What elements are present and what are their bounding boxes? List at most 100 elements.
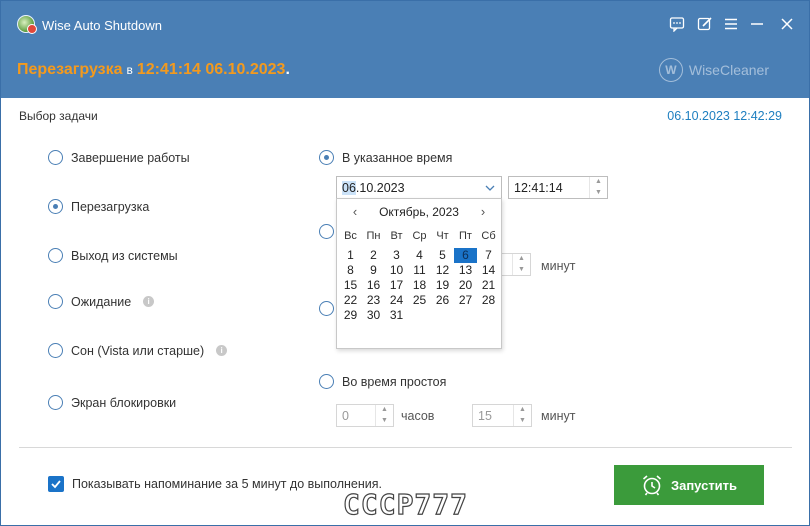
calendar-day[interactable]: 20	[454, 278, 477, 293]
task-lockscreen-radio[interactable]: Экран блокировки	[48, 395, 176, 410]
date-day-selected: 06	[342, 180, 356, 195]
spin-down-icon: ▼	[595, 188, 602, 196]
hours-spinner[interactable]: ▲ ▼	[375, 405, 393, 426]
brand-logo: W WiseCleaner	[658, 58, 769, 82]
reminder-checkbox[interactable]	[48, 476, 64, 492]
scheduled-action: Перезагрузка	[17, 61, 123, 78]
radio-icon[interactable]	[48, 395, 63, 410]
calendar-weekday: Пт	[459, 230, 472, 242]
calendar-day[interactable]: 28	[477, 293, 500, 308]
calendar-weekday-row: Вс Пн Вт Ср Чт Пт Сб	[339, 229, 501, 244]
spin-up-icon: ▲	[595, 178, 602, 185]
calendar-day[interactable]: 27	[454, 293, 477, 308]
calendar-day[interactable]: 31	[385, 308, 408, 323]
calendar-day[interactable]: 2	[362, 248, 385, 263]
menu-icon[interactable]	[721, 14, 741, 34]
calendar-day[interactable]: 9	[362, 263, 385, 278]
time-spinner-field[interactable]: 12:41:14 ▲ ▼	[508, 176, 608, 199]
calendar-day[interactable]: 7	[477, 248, 500, 263]
calendar-day[interactable]: 8	[339, 263, 362, 278]
calendar-day[interactable]: 30	[362, 308, 385, 323]
info-icon[interactable]: i	[216, 345, 228, 356]
task-shutdown-radio[interactable]: Завершение работы	[48, 150, 190, 165]
radio-icon[interactable]	[319, 301, 334, 316]
radio-icon[interactable]	[48, 343, 63, 358]
calendar-day[interactable]: 22	[339, 293, 362, 308]
calendar-day[interactable]: 18	[408, 278, 431, 293]
calendar-day[interactable]: 29	[339, 308, 362, 323]
calendar-day[interactable]: 14	[477, 263, 500, 278]
summary-connector: в	[126, 63, 133, 77]
calendar-day[interactable]: 12	[431, 263, 454, 278]
calendar-day[interactable]: 17	[385, 278, 408, 293]
scheduled-time: 12:41:14 06.10.2023	[136, 61, 286, 78]
calendar-day[interactable]: 23	[362, 293, 385, 308]
task-standby-radio[interactable]: Ожидание i	[48, 294, 155, 309]
calendar-grid: Вс Пн Вт Ср Чт Пт Сб 1 2 3 4 5 6 7 8 9 10 11 12 13 14 15 16 17 1…	[339, 229, 501, 323]
calendar-day[interactable]: 25	[408, 293, 431, 308]
calendar-weekday: Пн	[366, 230, 381, 242]
calendar-day[interactable]: 24	[385, 293, 408, 308]
calendar-day[interactable]: 10	[385, 263, 408, 278]
calendar-week-row: 1234567	[339, 248, 501, 263]
idle-minutes-field[interactable]: 15 ▲ ▼	[472, 404, 532, 427]
checkmark-icon	[51, 480, 61, 489]
calendar-week-row: 29 30 31	[339, 308, 501, 323]
spin-up-icon: ▲	[519, 406, 526, 413]
calendar-week-row: 8 9 10 11 12 13 14	[339, 263, 501, 278]
start-button[interactable]: Запустить	[614, 465, 764, 505]
time-spinner[interactable]: ▲ ▼	[589, 177, 607, 198]
radio-icon[interactable]	[319, 224, 334, 239]
calendar-day[interactable]: 13	[454, 263, 477, 278]
brand-name: WiseCleaner	[688, 62, 769, 78]
radio-checked-icon[interactable]	[48, 199, 63, 214]
divider	[19, 447, 792, 448]
idle-hours-unit: часов	[401, 409, 435, 423]
app-logo-icon	[17, 15, 37, 34]
countdown-unit: минут	[541, 259, 576, 273]
edit-icon[interactable]	[695, 14, 715, 34]
chevron-down-icon[interactable]	[485, 183, 495, 193]
calendar-day[interactable]: 16	[362, 278, 385, 293]
spin-up-icon: ▲	[518, 255, 525, 262]
date-rest: .10.2023	[355, 180, 405, 195]
calendar-weekday: Чт	[436, 230, 449, 242]
task-sleep-radio[interactable]: Сон (Vista или старше) i	[48, 343, 228, 358]
calendar-day[interactable]: 19	[431, 278, 454, 293]
info-icon[interactable]: i	[143, 296, 155, 307]
feedback-icon[interactable]	[667, 14, 687, 34]
radio-icon[interactable]	[319, 374, 334, 389]
reminder-label: Показывать напоминание за 5 минут до вып…	[72, 477, 382, 491]
timing-countdown-radio[interactable]	[319, 224, 334, 239]
calendar-day[interactable]: 11	[408, 263, 431, 278]
date-picker-field[interactable]: 06.10.2023	[336, 176, 502, 199]
chevron-right-icon[interactable]: ›	[475, 204, 491, 220]
timing-specified-radio[interactable]: В указанное время	[319, 150, 452, 165]
calendar-day[interactable]: 15	[339, 278, 362, 293]
idle-hours-field[interactable]: 0 ▲ ▼	[336, 404, 394, 427]
radio-icon[interactable]	[48, 248, 63, 263]
countdown-spinner[interactable]: ▲ ▼	[512, 254, 530, 275]
radio-icon[interactable]	[48, 150, 63, 165]
calendar-weekday: Ср	[412, 230, 427, 242]
minimize-icon[interactable]	[747, 14, 767, 34]
minutes-spinner[interactable]: ▲ ▼	[513, 405, 531, 426]
calendar-day[interactable]: 5	[431, 248, 454, 263]
calendar-popup[interactable]: ‹ Октябрь, 2023 › Вс Пн Вт Ср Чт Пт Сб 1 2 3 4 5 6 7 8…	[336, 198, 502, 349]
calendar-day-selected[interactable]: 6	[454, 248, 477, 263]
calendar-day[interactable]: 21	[477, 278, 500, 293]
timing-daily-radio[interactable]	[319, 301, 334, 316]
radio-checked-icon[interactable]	[319, 150, 334, 165]
calendar-day[interactable]: 3	[385, 248, 408, 263]
task-restart-radio[interactable]: Перезагрузка	[48, 199, 149, 214]
radio-icon[interactable]	[48, 294, 63, 309]
calendar-day[interactable]: 4	[408, 248, 431, 263]
close-icon[interactable]	[777, 14, 797, 34]
app-window: Wise Auto Shutdown Перезагрузка в 12:41:14…	[0, 0, 810, 526]
calendar-day[interactable]: 1	[339, 248, 362, 263]
task-logoff-radio[interactable]: Выход из системы	[48, 248, 178, 263]
scheduled-action-summary: Перезагрузка в 12:41:14 06.10.2023.	[17, 61, 290, 79]
calendar-weekday: Вс	[344, 230, 357, 242]
calendar-day[interactable]: 26	[431, 293, 454, 308]
timing-idle-radio[interactable]: Во время простоя	[319, 374, 446, 389]
